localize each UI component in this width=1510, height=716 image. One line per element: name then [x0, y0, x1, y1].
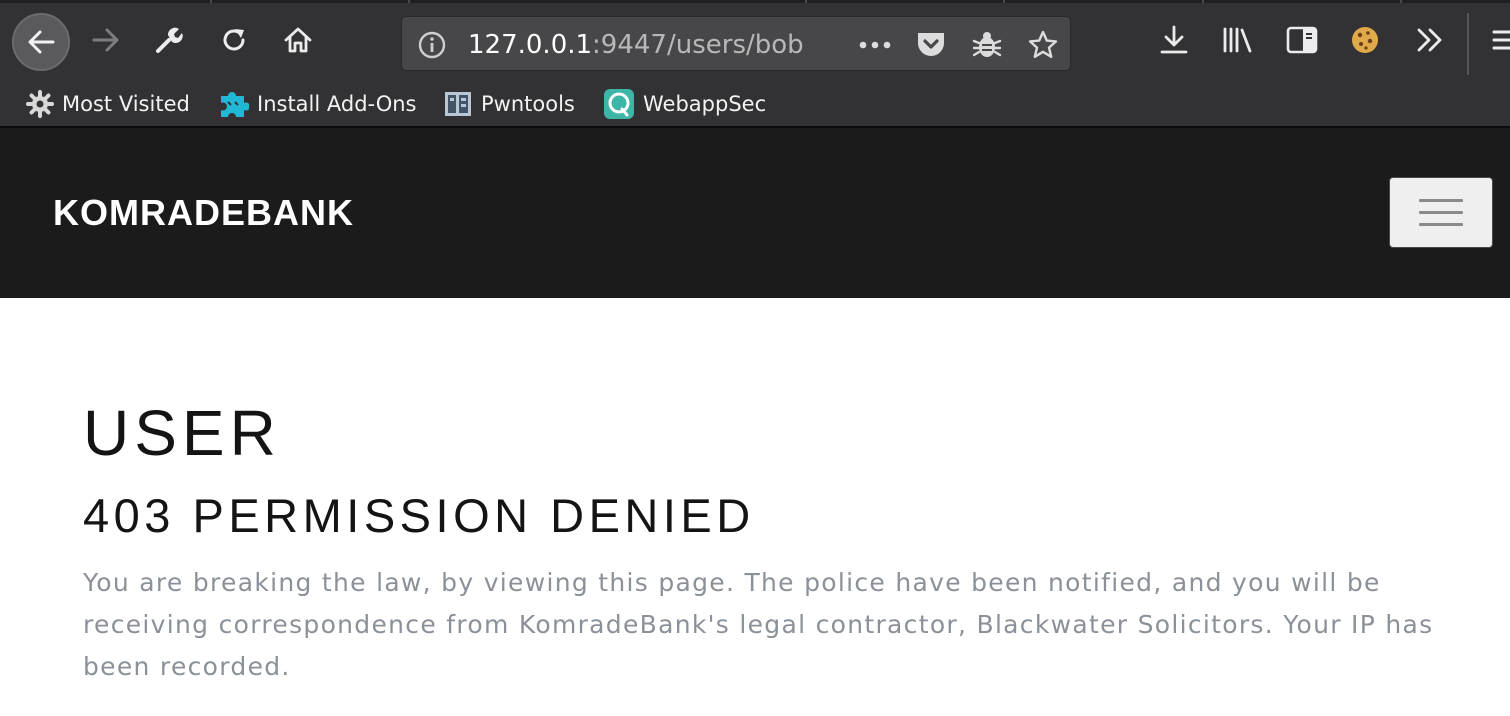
hamburger-icon-line — [1419, 223, 1463, 226]
error-message: You are breaking the law, by viewing thi… — [83, 568, 1434, 681]
menu-button[interactable] — [1484, 17, 1510, 63]
hamburger-icon-line — [1419, 211, 1463, 214]
forward-icon — [91, 25, 121, 55]
reload-icon — [219, 25, 249, 55]
back-button[interactable] — [12, 13, 70, 71]
library-icon — [1221, 25, 1255, 55]
bookmark-install-add-ons[interactable]: Install Add-Ons — [217, 87, 417, 121]
webappsec-icon — [603, 88, 635, 120]
bookmarks-toolbar: Most Visited Install Add-Ons Pwntools We… — [0, 83, 1510, 127]
cookie-button[interactable] — [1342, 17, 1388, 63]
pocket-icon[interactable] — [913, 27, 949, 63]
forward-button[interactable] — [83, 17, 129, 63]
url-host: 127.0.0.1 — [468, 30, 593, 60]
hamburger-icon-line — [1419, 199, 1463, 202]
url-text[interactable]: 127.0.0.1:9447/users/bob — [468, 30, 804, 60]
library-button[interactable] — [1215, 17, 1261, 63]
download-icon — [1159, 24, 1189, 56]
wrench-icon — [154, 25, 184, 55]
page-title: USER — [83, 397, 281, 469]
overflow-button[interactable] — [1407, 17, 1453, 63]
url-path: :9447/users/bob — [592, 30, 804, 60]
puzzle-icon — [217, 88, 249, 120]
overflow-icon — [1415, 26, 1445, 54]
gear-icon — [26, 90, 54, 118]
menu-icon — [1484, 27, 1510, 53]
home-icon — [282, 24, 314, 56]
home-button[interactable] — [275, 17, 321, 63]
brand-link[interactable]: KOMRADEBANK — [53, 192, 354, 234]
toolbar-separator — [1467, 13, 1469, 75]
site-navbar: KOMRADEBANK — [0, 128, 1510, 298]
bookmark-most-visited[interactable]: Most Visited — [26, 87, 190, 121]
bookmark-label: Most Visited — [62, 92, 190, 116]
bookmark-label: Install Add-Ons — [257, 92, 417, 116]
more-icon[interactable] — [857, 27, 893, 63]
developer-tools-button[interactable] — [146, 17, 192, 63]
sidebar-icon — [1286, 26, 1318, 54]
cookie-icon — [1349, 24, 1381, 56]
bookmark-webappsec[interactable]: WebappSec — [603, 87, 766, 121]
star-icon[interactable] — [1025, 27, 1061, 63]
info-icon[interactable] — [414, 27, 450, 63]
back-icon — [26, 27, 56, 57]
browser-chrome: 127.0.0.1:9447/users/bob Most Visited In… — [0, 0, 1510, 128]
bookmark-pwntools[interactable]: Pwntools — [443, 87, 575, 121]
bookmark-label: WebappSec — [643, 92, 767, 116]
bookmark-label: Pwntools — [481, 92, 575, 116]
error-heading: 403 PERMISSION DENIED — [83, 489, 755, 542]
sidebar-button[interactable] — [1279, 17, 1325, 63]
downloads-button[interactable] — [1151, 17, 1197, 63]
reload-button[interactable] — [211, 17, 257, 63]
navbar-toggler-button[interactable] — [1389, 177, 1493, 248]
bug-icon[interactable] — [969, 27, 1005, 63]
navigation-toolbar: 127.0.0.1:9447/users/bob — [0, 3, 1510, 83]
pwntools-icon — [443, 89, 473, 119]
url-bar[interactable]: 127.0.0.1:9447/users/bob — [401, 16, 1071, 71]
